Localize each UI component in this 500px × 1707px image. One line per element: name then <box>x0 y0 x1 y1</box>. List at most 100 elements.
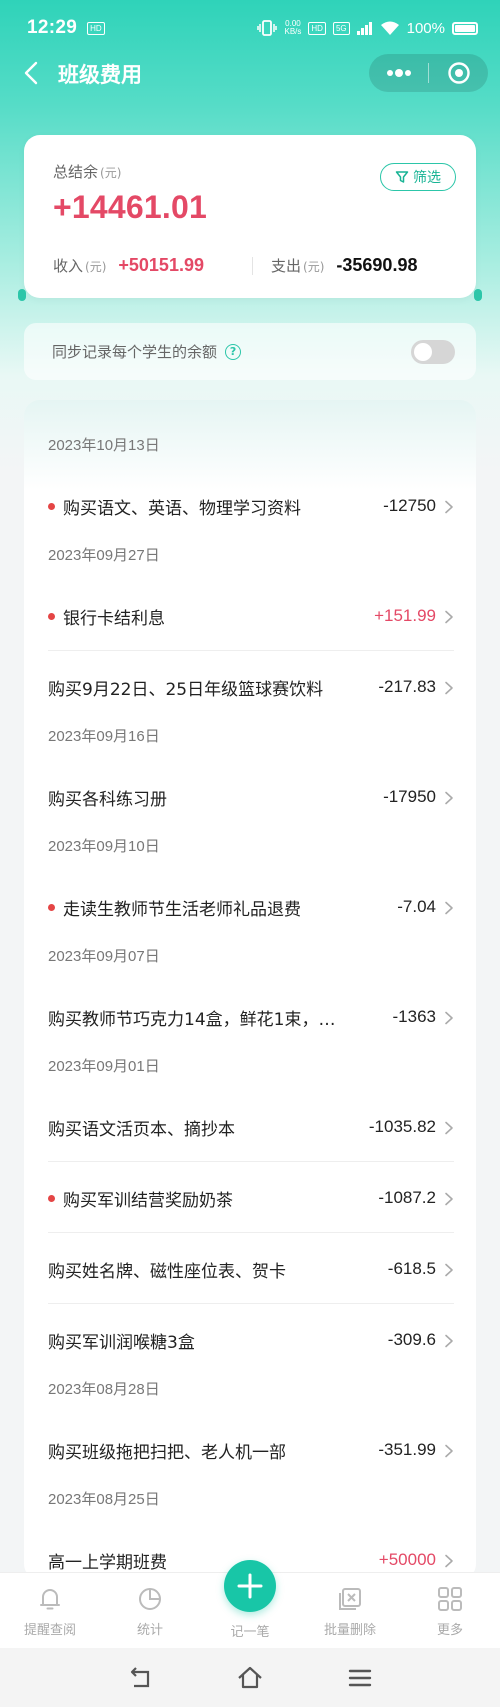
target-icon <box>447 62 470 84</box>
record-title: 购买语文、英语、物理学习资料 <box>63 498 301 519</box>
record-amount: -12750 <box>383 496 436 515</box>
record-item[interactable]: 购买9月22日、25日年级篮球赛饮料 -217.83 <box>48 667 454 707</box>
record-title: 购买姓名牌、磁性座位表、贺卡 <box>48 1261 286 1282</box>
record-item[interactable]: 银行卡结利息 +151.99 <box>48 596 454 636</box>
page-title: 班级费用 <box>58 63 142 87</box>
record-item[interactable]: 购买教师节巧克力14盒，鲜花1束，… -1363 <box>48 997 454 1037</box>
tab-more[interactable]: 更多 <box>400 1573 500 1649</box>
record-amount: -351.99 <box>378 1440 436 1459</box>
date-header: 2023年08月28日 <box>48 1381 160 1398</box>
menu-icon[interactable] <box>346 1664 374 1692</box>
record-amount: -217.83 <box>378 677 436 696</box>
sync-balance-row: 同步记录每个学生的余额 ? <box>24 323 476 380</box>
unread-dot <box>48 1194 55 1202</box>
status-time: 12:29 <box>27 17 78 38</box>
pie-chart-icon <box>139 1588 161 1610</box>
unread-dot <box>48 903 55 911</box>
back-button[interactable] <box>16 58 46 88</box>
unread-dot <box>48 612 55 620</box>
record-item[interactable]: 购买军训润喉糖3盒 -309.6 <box>48 1320 454 1360</box>
battery-icon <box>452 21 478 35</box>
add-record-button[interactable] <box>224 1560 276 1612</box>
record-amount: +50000 <box>378 1550 436 1569</box>
vibrate-icon <box>257 20 278 36</box>
tab-batch-delete[interactable]: 批量删除 <box>300 1573 400 1649</box>
record-item[interactable]: 购买语文、英语、物理学习资料 -12750 <box>48 486 454 526</box>
plus-icon <box>237 1573 263 1599</box>
record-title: 高一上学期班费 <box>48 1552 167 1573</box>
record-item[interactable]: 走读生教师节生活老师礼品退费 -7.04 <box>48 887 454 927</box>
expense-summary: 支出 (元) -35690.98 <box>271 255 418 275</box>
date-header: 2023年09月10日 <box>48 838 160 855</box>
record-title: 购买教师节巧克力14盒，鲜花1束，… <box>48 1009 336 1030</box>
unread-dot <box>48 502 55 510</box>
chevron-right-icon <box>444 609 454 624</box>
help-icon[interactable]: ? <box>225 343 242 360</box>
chevron-right-icon <box>444 1262 454 1277</box>
balance-summary-card: 总结余 (元) +14461.01 筛选 收入 (元) +50151.99 支出 (元… <box>24 135 476 298</box>
tab-stats-label: 统计 <box>136 1623 163 1638</box>
row-divider <box>48 650 454 651</box>
chevron-right-icon <box>444 1553 454 1568</box>
record-title: 银行卡结利息 <box>63 608 165 629</box>
sync-toggle[interactable] <box>411 339 455 364</box>
wifi-icon <box>380 21 399 35</box>
chevron-left-icon <box>24 61 38 85</box>
record-item[interactable]: 购买军训结营奖励奶茶 -1087.2 <box>48 1178 454 1218</box>
status-icons: 0.00 KB/s HD 5G 100% <box>257 20 478 37</box>
row-divider <box>48 1232 454 1233</box>
date-header: 2023年09月16日 <box>48 728 160 745</box>
batch-delete-icon <box>339 1588 361 1610</box>
date-header: 2023年09月27日 <box>48 547 160 564</box>
tab-more-label: 更多 <box>436 1623 463 1638</box>
income-summary: 收入 (元) +50151.99 <box>53 255 204 275</box>
date-header: 2023年10月13日 <box>48 437 160 454</box>
date-header: 2023年09月01日 <box>48 1058 160 1075</box>
date-header: 2023年09月07日 <box>48 948 160 965</box>
income-value: +50151.99 <box>118 255 204 275</box>
chevron-right-icon <box>444 1191 454 1206</box>
chevron-right-icon <box>444 499 454 514</box>
more-dots-icon <box>386 69 411 77</box>
chevron-right-icon <box>444 1443 454 1458</box>
record-title: 购买军训结营奖励奶茶 <box>63 1190 233 1211</box>
hd-badge: HD <box>308 21 326 35</box>
record-title: 购买9月22日、25日年级篮球赛饮料 <box>48 679 324 700</box>
record-amount: -1363 <box>392 1007 436 1026</box>
miniprogram-capsule <box>369 54 488 92</box>
sync-label: 同步记录每个学生的余额 <box>52 343 218 361</box>
filter-button[interactable]: 筛选 <box>380 163 456 191</box>
close-miniprogram-button[interactable] <box>429 54 488 92</box>
chevron-right-icon <box>444 900 454 915</box>
tab-remind-label: 提醒查阅 <box>23 1623 76 1638</box>
card-edge-marker-right <box>474 289 482 301</box>
summary-divider <box>252 257 253 275</box>
tab-remind[interactable]: 提醒查阅 <box>0 1573 100 1649</box>
filter-label: 筛选 <box>413 170 441 186</box>
record-list: 2023年10月13日购买语文、英语、物理学习资料 -12750 2023年09月2… <box>24 400 476 1580</box>
record-item[interactable]: 购买各科练习册 -17950 <box>48 777 454 817</box>
more-options-button[interactable] <box>369 54 428 92</box>
back-gesture-icon[interactable] <box>126 1664 154 1692</box>
total-balance-label: 总结余 (元) <box>53 163 122 181</box>
record-title: 购买班级拖把扫把、老人机一部 <box>48 1442 286 1463</box>
record-title: 购买语文活页本、摘抄本 <box>48 1119 235 1140</box>
record-amount: -17950 <box>383 787 436 806</box>
chevron-right-icon <box>444 1333 454 1348</box>
record-title: 走读生教师节生活老师礼品退费 <box>63 899 301 920</box>
tab-batch-delete-label: 批量删除 <box>323 1623 376 1638</box>
record-item[interactable]: 购买语文活页本、摘抄本 -1035.82 <box>48 1107 454 1147</box>
record-amount: -1035.82 <box>368 1117 436 1136</box>
row-divider <box>48 1303 454 1304</box>
tab-stats[interactable]: 统计 <box>100 1573 200 1649</box>
expense-value: -35690.98 <box>336 255 418 275</box>
signal-icon <box>356 22 372 35</box>
home-icon[interactable] <box>236 1664 264 1692</box>
card-edge-marker-left <box>18 289 26 301</box>
record-item[interactable]: 购买班级拖把扫把、老人机一部 -351.99 <box>48 1430 454 1470</box>
record-item[interactable]: 购买姓名牌、磁性座位表、贺卡 -618.5 <box>48 1249 454 1289</box>
nav-bar: 班级费用 <box>0 50 500 96</box>
total-balance-value: +14461.01 <box>53 189 207 225</box>
system-nav-bar <box>0 1648 500 1707</box>
bell-icon <box>40 1589 60 1610</box>
